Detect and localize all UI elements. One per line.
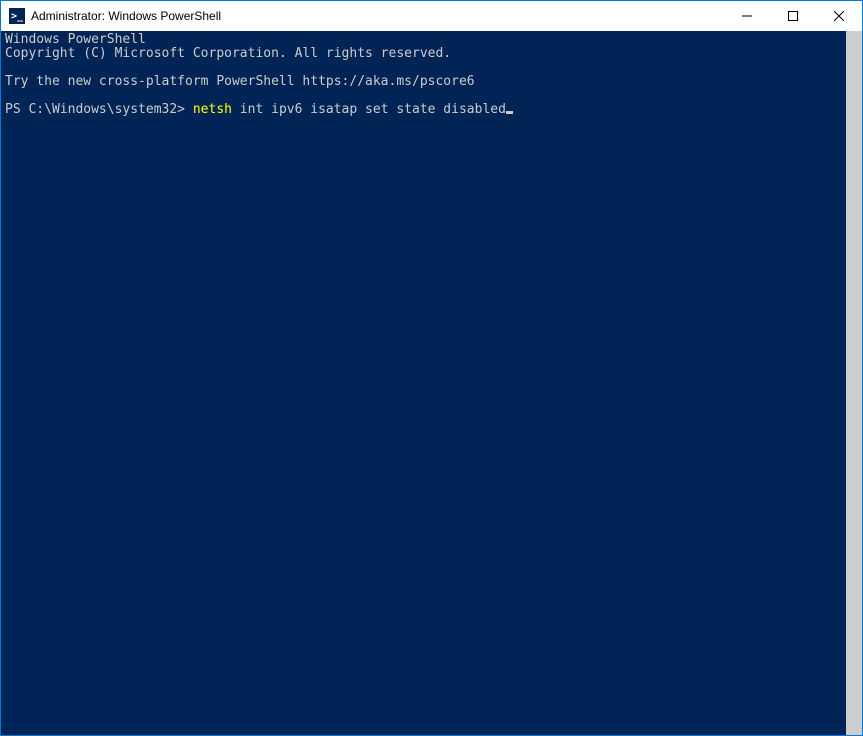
window-title: Administrator: Windows PowerShell (31, 9, 724, 23)
command-highlight: netsh (193, 102, 232, 117)
titlebar[interactable]: >_ Administrator: Windows PowerShell (1, 1, 862, 31)
vertical-scrollbar[interactable] (846, 31, 862, 735)
close-icon (834, 11, 844, 21)
terminal-wrapper: Windows PowerShell Copyright (C) Microso… (1, 31, 862, 735)
window-controls (724, 1, 862, 31)
prompt: PS C:\Windows\system32> (5, 102, 193, 117)
try-line: Try the new cross-platform PowerShell ht… (5, 74, 475, 89)
maximize-button[interactable] (770, 1, 816, 31)
cursor (506, 111, 513, 114)
close-button[interactable] (816, 1, 862, 31)
powershell-icon: >_ (9, 8, 25, 24)
header-line-1: Windows PowerShell (5, 32, 146, 47)
minimize-button[interactable] (724, 1, 770, 31)
command-args: int ipv6 isatap set state disabled (232, 102, 506, 117)
scrollbar-thumb[interactable] (846, 31, 862, 735)
terminal[interactable]: Windows PowerShell Copyright (C) Microso… (1, 31, 846, 735)
maximize-icon (788, 11, 798, 21)
powershell-window: >_ Administrator: Windows PowerShell Win… (0, 0, 863, 736)
header-line-2: Copyright (C) Microsoft Corporation. All… (5, 46, 451, 61)
minimize-icon (742, 11, 752, 21)
